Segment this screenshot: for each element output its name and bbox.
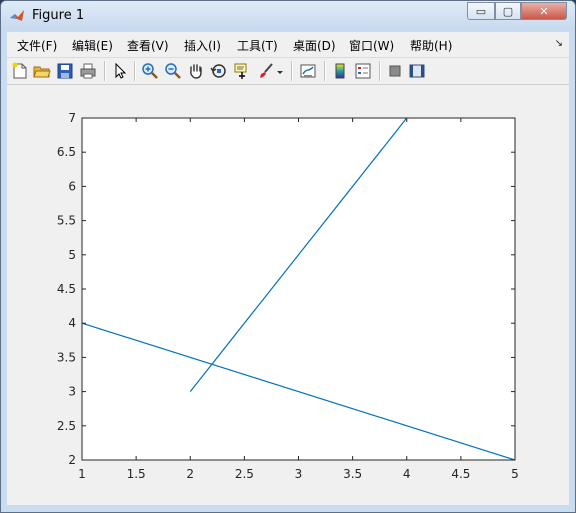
- title-bar[interactable]: Figure 1 ▭ ▢ ✕: [1, 1, 575, 31]
- open-file-icon[interactable]: [33, 62, 51, 80]
- x-tick-label: 3: [295, 467, 303, 481]
- x-tick-label: 5: [511, 467, 519, 481]
- show-plot-tools-icon[interactable]: [408, 62, 426, 80]
- minimize-icon: ▭: [475, 4, 487, 18]
- menu-insert[interactable]: 插入(I): [184, 37, 221, 54]
- hide-plot-tools-icon[interactable]: [386, 62, 404, 80]
- menu-file[interactable]: 文件(F): [17, 37, 57, 54]
- toolbar-separator: [379, 61, 381, 81]
- print-icon[interactable]: [79, 62, 97, 80]
- x-tick-label: 2.5: [235, 467, 254, 481]
- select-arrow-icon[interactable]: [111, 62, 129, 80]
- menu-view[interactable]: 查看(V): [127, 37, 169, 54]
- toolbar-separator: [134, 61, 136, 81]
- y-tick-label: 3.5: [57, 350, 76, 364]
- maximize-icon: ▢: [502, 4, 514, 18]
- x-tick-label: 4.5: [451, 467, 470, 481]
- toolbar-separator: [104, 61, 106, 81]
- menu-tools[interactable]: 工具(T): [237, 37, 278, 54]
- x-tick-label: 1: [78, 467, 86, 481]
- y-tick-label: 6.5: [57, 145, 76, 159]
- window-title: Figure 1: [32, 8, 85, 23]
- menu-help[interactable]: 帮助(H): [410, 37, 452, 54]
- data-cursor-icon[interactable]: [233, 62, 251, 80]
- menu-bar: 文件(F) 编辑(E) 查看(V) 插入(I) 工具(T) 桌面(D) 窗口(W…: [7, 32, 569, 57]
- y-tick-label: 2: [68, 453, 76, 467]
- rotate-3d-icon[interactable]: [210, 62, 228, 80]
- pan-hand-icon[interactable]: [187, 62, 205, 80]
- y-tick-label: 5: [68, 248, 76, 262]
- brush-icon[interactable]: [257, 62, 275, 80]
- minimize-button[interactable]: ▭: [467, 2, 495, 20]
- maximize-button[interactable]: ▢: [495, 2, 521, 20]
- y-tick-label: 4: [68, 316, 76, 330]
- y-tick-label: 2.5: [57, 419, 76, 433]
- y-tick-label: 4.5: [57, 282, 76, 296]
- link-plot-icon[interactable]: [299, 62, 317, 80]
- save-icon[interactable]: [56, 62, 74, 80]
- x-tick-label: 2: [186, 467, 194, 481]
- y-tick-label: 7: [68, 111, 76, 125]
- toolbar-separator: [324, 61, 326, 81]
- plot-canvas: 1 1.5 2 2.5 3 3.5 4 4.5 5 2 2.5 3 3.5 4 4.5 5 5.5 6 6.5 7: [57, 111, 519, 481]
- figure-toolbar: [7, 57, 569, 85]
- y-tick-label: 6: [68, 179, 76, 193]
- menu-window[interactable]: 窗口(W): [349, 37, 394, 54]
- menu-overflow-icon[interactable]: ↘: [555, 38, 563, 49]
- x-tick-label: 3.5: [343, 467, 362, 481]
- close-button[interactable]: ✕: [521, 2, 567, 20]
- menu-edit[interactable]: 编辑(E): [72, 37, 113, 54]
- legend-icon[interactable]: [354, 62, 372, 80]
- menu-desktop[interactable]: 桌面(D): [293, 37, 336, 54]
- y-tick-label: 3: [68, 385, 76, 399]
- y-tick-label: 5.5: [57, 214, 76, 228]
- axes-box[interactable]: [81, 117, 516, 461]
- x-tick-label: 4: [403, 467, 411, 481]
- zoom-out-icon[interactable]: [164, 62, 182, 80]
- toolbar-separator: [291, 61, 293, 81]
- figure-canvas: 1 1.5 2 2.5 3 3.5 4 4.5 5 2 2.5 3 3.5 4 4.5 5 5.5 6 6.5 7: [7, 85, 569, 505]
- x-tick-label: 1.5: [127, 467, 146, 481]
- new-figure-icon[interactable]: [11, 62, 29, 80]
- matlab-logo-icon: [10, 10, 24, 21]
- zoom-in-icon[interactable]: [141, 62, 159, 80]
- colorbar-icon[interactable]: [331, 62, 349, 80]
- figure-window: Figure 1 ▭ ▢ ✕ 文件(F) 编辑(E) 查看(V) 插入(I) 工…: [0, 0, 576, 513]
- close-icon: ✕: [539, 4, 549, 18]
- brush-dropdown-icon[interactable]: [275, 62, 285, 80]
